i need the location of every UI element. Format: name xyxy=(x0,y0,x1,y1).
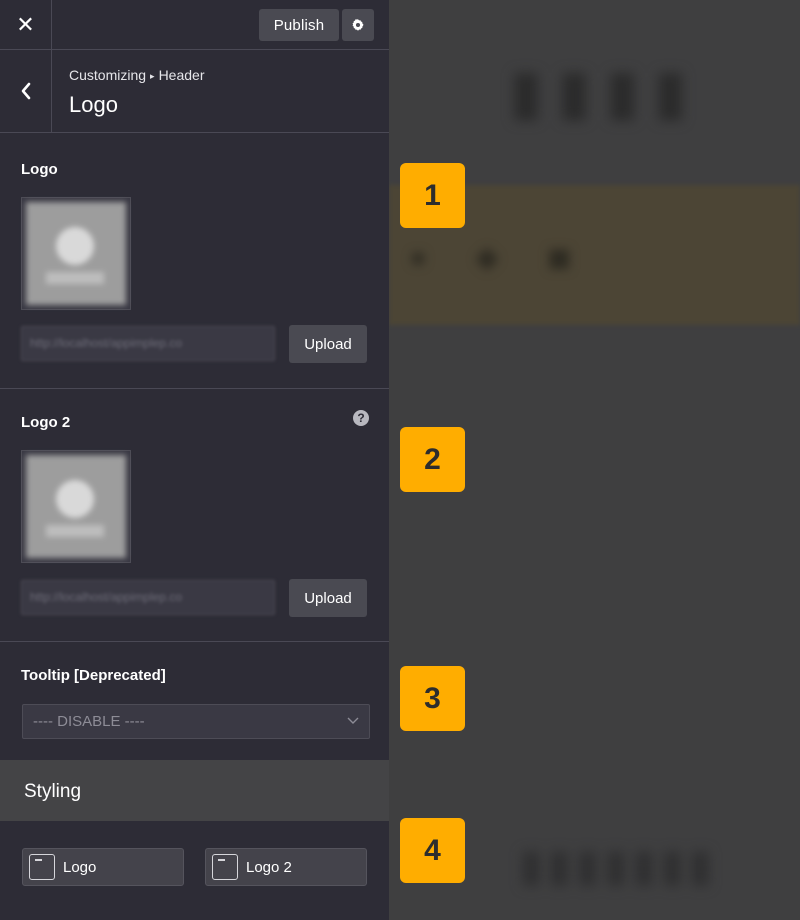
blurred-header-icons: ● ◆ ◼ xyxy=(409,241,592,274)
styling-logo-label: Logo xyxy=(63,858,97,876)
logo-field-label: Logo xyxy=(21,161,58,178)
close-icon[interactable]: ✕ xyxy=(0,0,52,50)
step-badge-2: 2 xyxy=(400,427,465,492)
styling-logo-button[interactable]: Logo xyxy=(22,848,184,886)
panel-icon xyxy=(29,854,55,880)
logo-thumbnail[interactable] xyxy=(21,197,131,310)
step-badge-1: 1 xyxy=(400,163,465,228)
gear-icon xyxy=(352,19,364,31)
logo2-image xyxy=(26,455,126,558)
logo-url-input[interactable]: http://localhost/appimplep.co xyxy=(21,326,275,361)
panel-icon xyxy=(212,854,238,880)
customizer-topbar: ✕ Publish xyxy=(0,0,389,50)
chevron-down-icon xyxy=(347,717,359,724)
section-header: Customizing ▸ Header Logo xyxy=(0,50,389,133)
chevron-left-icon xyxy=(21,82,30,100)
styling-section-header[interactable]: Styling xyxy=(0,760,389,821)
logo2-url-input[interactable]: http://localhost/appimplep.co xyxy=(21,580,275,615)
divider xyxy=(0,641,389,642)
help-icon[interactable]: ? xyxy=(353,410,369,426)
logo2-thumbnail[interactable] xyxy=(21,450,131,563)
breadcrumb-parent: Customizing xyxy=(69,67,147,83)
step-badge-4: 4 xyxy=(400,818,465,883)
step-badge-3: 3 xyxy=(400,666,465,731)
tooltip-select-value: ---- DISABLE ---- xyxy=(33,713,145,730)
logo2-upload-button[interactable]: Upload xyxy=(289,579,367,617)
breadcrumb-child: Header xyxy=(158,67,205,83)
logo-upload-button[interactable]: Upload xyxy=(289,325,367,363)
styling-logo2-button[interactable]: Logo 2 xyxy=(205,848,367,886)
publish-button[interactable]: Publish xyxy=(259,9,339,41)
back-button[interactable] xyxy=(0,50,52,132)
breadcrumb: Customizing ▸ Header xyxy=(69,67,204,83)
settings-button[interactable] xyxy=(342,9,374,41)
customizer-sidebar: ✕ Publish Customizing ▸ Header Logo Logo h… xyxy=(0,0,389,920)
logo-image xyxy=(26,202,126,305)
styling-logo2-label: Logo 2 xyxy=(246,858,292,876)
blurred-footer-content: ▮▮▮▮▮▮▮ xyxy=(519,841,717,890)
tooltip-field-label: Tooltip [Deprecated] xyxy=(21,667,166,684)
blurred-site-logo: ▮▮▮▮ xyxy=(509,58,702,127)
breadcrumb-separator: ▸ xyxy=(150,71,155,81)
page-title: Logo xyxy=(69,92,118,117)
divider xyxy=(0,388,389,389)
logo2-field-label: Logo 2 xyxy=(21,414,71,431)
tooltip-select[interactable]: ---- DISABLE ---- xyxy=(22,704,370,739)
